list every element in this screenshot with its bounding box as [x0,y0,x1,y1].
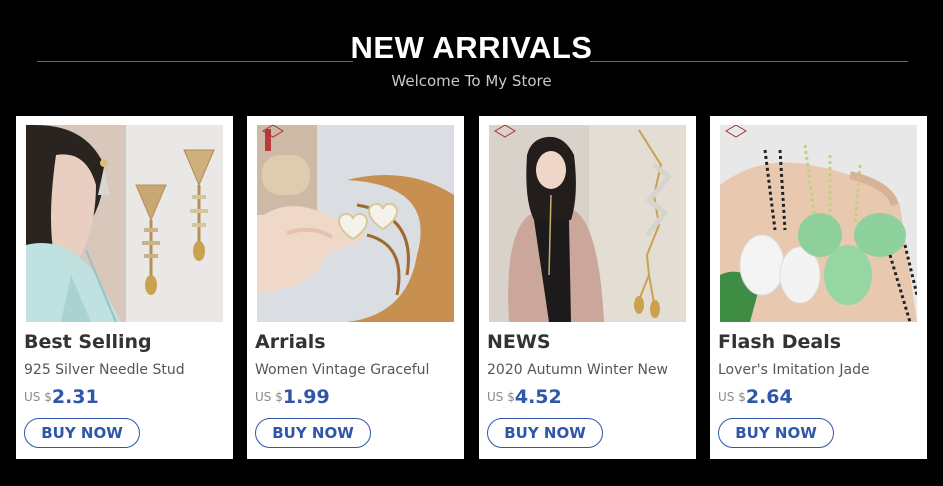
pearl-heart-earrings-photo [257,125,454,322]
product-description[interactable]: Lover's Imitation Jade [718,360,918,382]
product-card[interactable]: Best Selling 925 Silver Needle Stud US $… [16,116,233,459]
product-description[interactable]: 2020 Autumn Winter New [487,360,687,382]
buy-now-button[interactable]: BUY NOW [487,418,603,448]
price-amount: 2.31 [51,386,99,408]
fish-bone-earrings-photo [26,125,223,322]
long-pendant-necklace-photo [489,125,686,322]
product-price: US $4.52 [487,386,562,408]
product-category: NEWS [487,331,551,353]
price-amount: 4.52 [514,386,562,408]
buy-now-button[interactable]: BUY NOW [255,418,371,448]
buy-now-button[interactable]: BUY NOW [718,418,834,448]
price-currency: US $ [255,390,283,404]
product-category: Best Selling [24,331,152,353]
product-image[interactable] [489,125,686,322]
price-amount: 2.64 [745,386,793,408]
product-image[interactable] [26,125,223,322]
product-category: Flash Deals [718,331,842,353]
price-currency: US $ [24,390,52,404]
section-header: NEW ARRIVALS Welcome To My Store [0,0,943,110]
section-title: NEW ARRIVALS [350,30,593,65]
product-image[interactable] [720,125,917,322]
product-category: Arrials [255,331,326,353]
product-card[interactable]: NEWS 2020 Autumn Winter New US $4.52 BUY… [479,116,696,459]
product-price: US $1.99 [255,386,330,408]
price-currency: US $ [487,390,515,404]
jade-buddha-necklace-photo [720,125,917,322]
product-description[interactable]: Women Vintage Graceful [255,360,455,382]
price-currency: US $ [718,390,746,404]
product-price: US $2.64 [718,386,793,408]
product-description[interactable]: 925 Silver Needle Stud [24,360,224,382]
price-amount: 1.99 [282,386,330,408]
product-card[interactable]: Arrials Women Vintage Graceful US $1.99 … [247,116,464,459]
product-price: US $2.31 [24,386,99,408]
product-image[interactable] [257,125,454,322]
buy-now-button[interactable]: BUY NOW [24,418,140,448]
product-card[interactable]: Flash Deals Lover's Imitation Jade US $2… [710,116,927,459]
section-subtitle: Welcome To My Store [391,72,552,90]
